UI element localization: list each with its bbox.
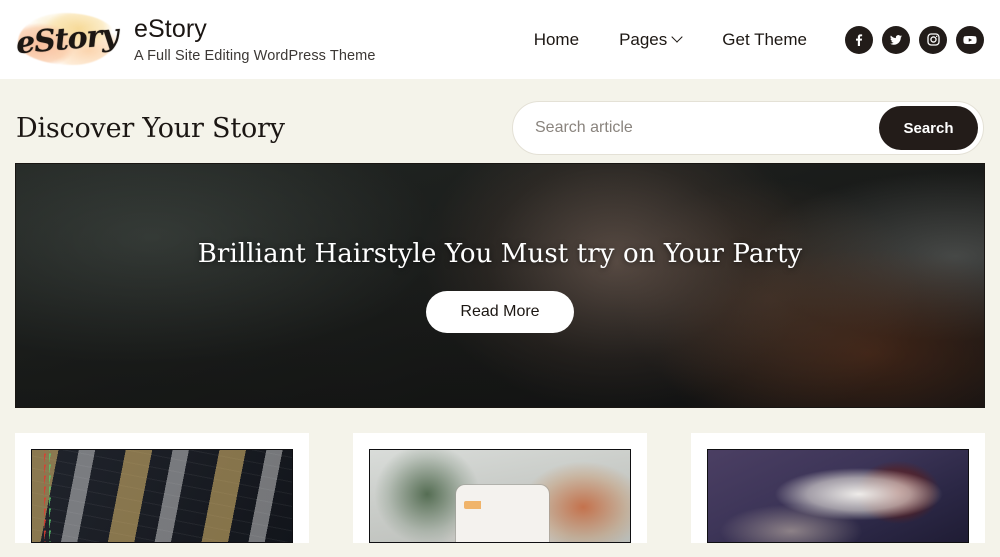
main-navigation: Home Pages Get Theme — [514, 30, 827, 50]
post-card[interactable] — [353, 433, 647, 543]
chevron-down-icon — [673, 33, 682, 42]
nav-item-home[interactable]: Home — [514, 30, 599, 50]
twitter-icon[interactable] — [882, 25, 910, 54]
hero-content: Brilliant Hairstyle You Must try on Your… — [16, 164, 984, 407]
nav-item-get-theme-label: Get Theme — [722, 29, 807, 49]
site-header: eStory eStory A Full Site Editing WordPr… — [0, 0, 1000, 79]
site-title: eStory — [134, 15, 207, 44]
nav-item-home-label: Home — [533, 29, 580, 49]
site-tagline: A Full Site Editing WordPress Theme — [134, 47, 376, 64]
youtube-icon[interactable] — [956, 25, 984, 54]
nav-item-get-theme[interactable]: Get Theme — [702, 30, 827, 50]
discover-strip: Discover Your Story Search — [0, 79, 1000, 163]
post-thumbnail-space-shuttle[interactable] — [707, 449, 969, 543]
brand[interactable]: eStory eStory A Full Site Editing WordPr… — [15, 9, 376, 71]
post-card[interactable] — [691, 433, 985, 543]
site-logo[interactable]: eStory — [15, 9, 119, 71]
post-card-row — [0, 408, 1000, 543]
instagram-icon[interactable] — [919, 25, 947, 54]
read-more-button[interactable]: Read More — [426, 290, 574, 333]
header-right: Home Pages Get Theme — [514, 25, 984, 54]
hero-title: Brilliant Hairstyle You Must try on Your… — [197, 238, 803, 269]
facebook-icon[interactable] — [845, 25, 873, 54]
social-links — [845, 25, 984, 54]
post-thumbnail-code-editor[interactable] — [31, 449, 293, 543]
brand-titles: eStory A Full Site Editing WordPress The… — [134, 15, 376, 64]
page-title: Discover Your Story — [16, 112, 285, 144]
nav-item-pages[interactable]: Pages — [599, 30, 702, 50]
hero-banner[interactable]: Brilliant Hairstyle You Must try on Your… — [15, 163, 985, 408]
post-card[interactable] — [15, 433, 309, 543]
search-button[interactable]: Search — [879, 106, 978, 150]
search-form: Search — [512, 101, 984, 155]
post-thumbnail-phone-cactus[interactable] — [369, 449, 631, 543]
search-input[interactable] — [535, 119, 879, 137]
phone-screen-detail — [463, 500, 542, 509]
nav-item-pages-label: Pages — [619, 29, 668, 49]
